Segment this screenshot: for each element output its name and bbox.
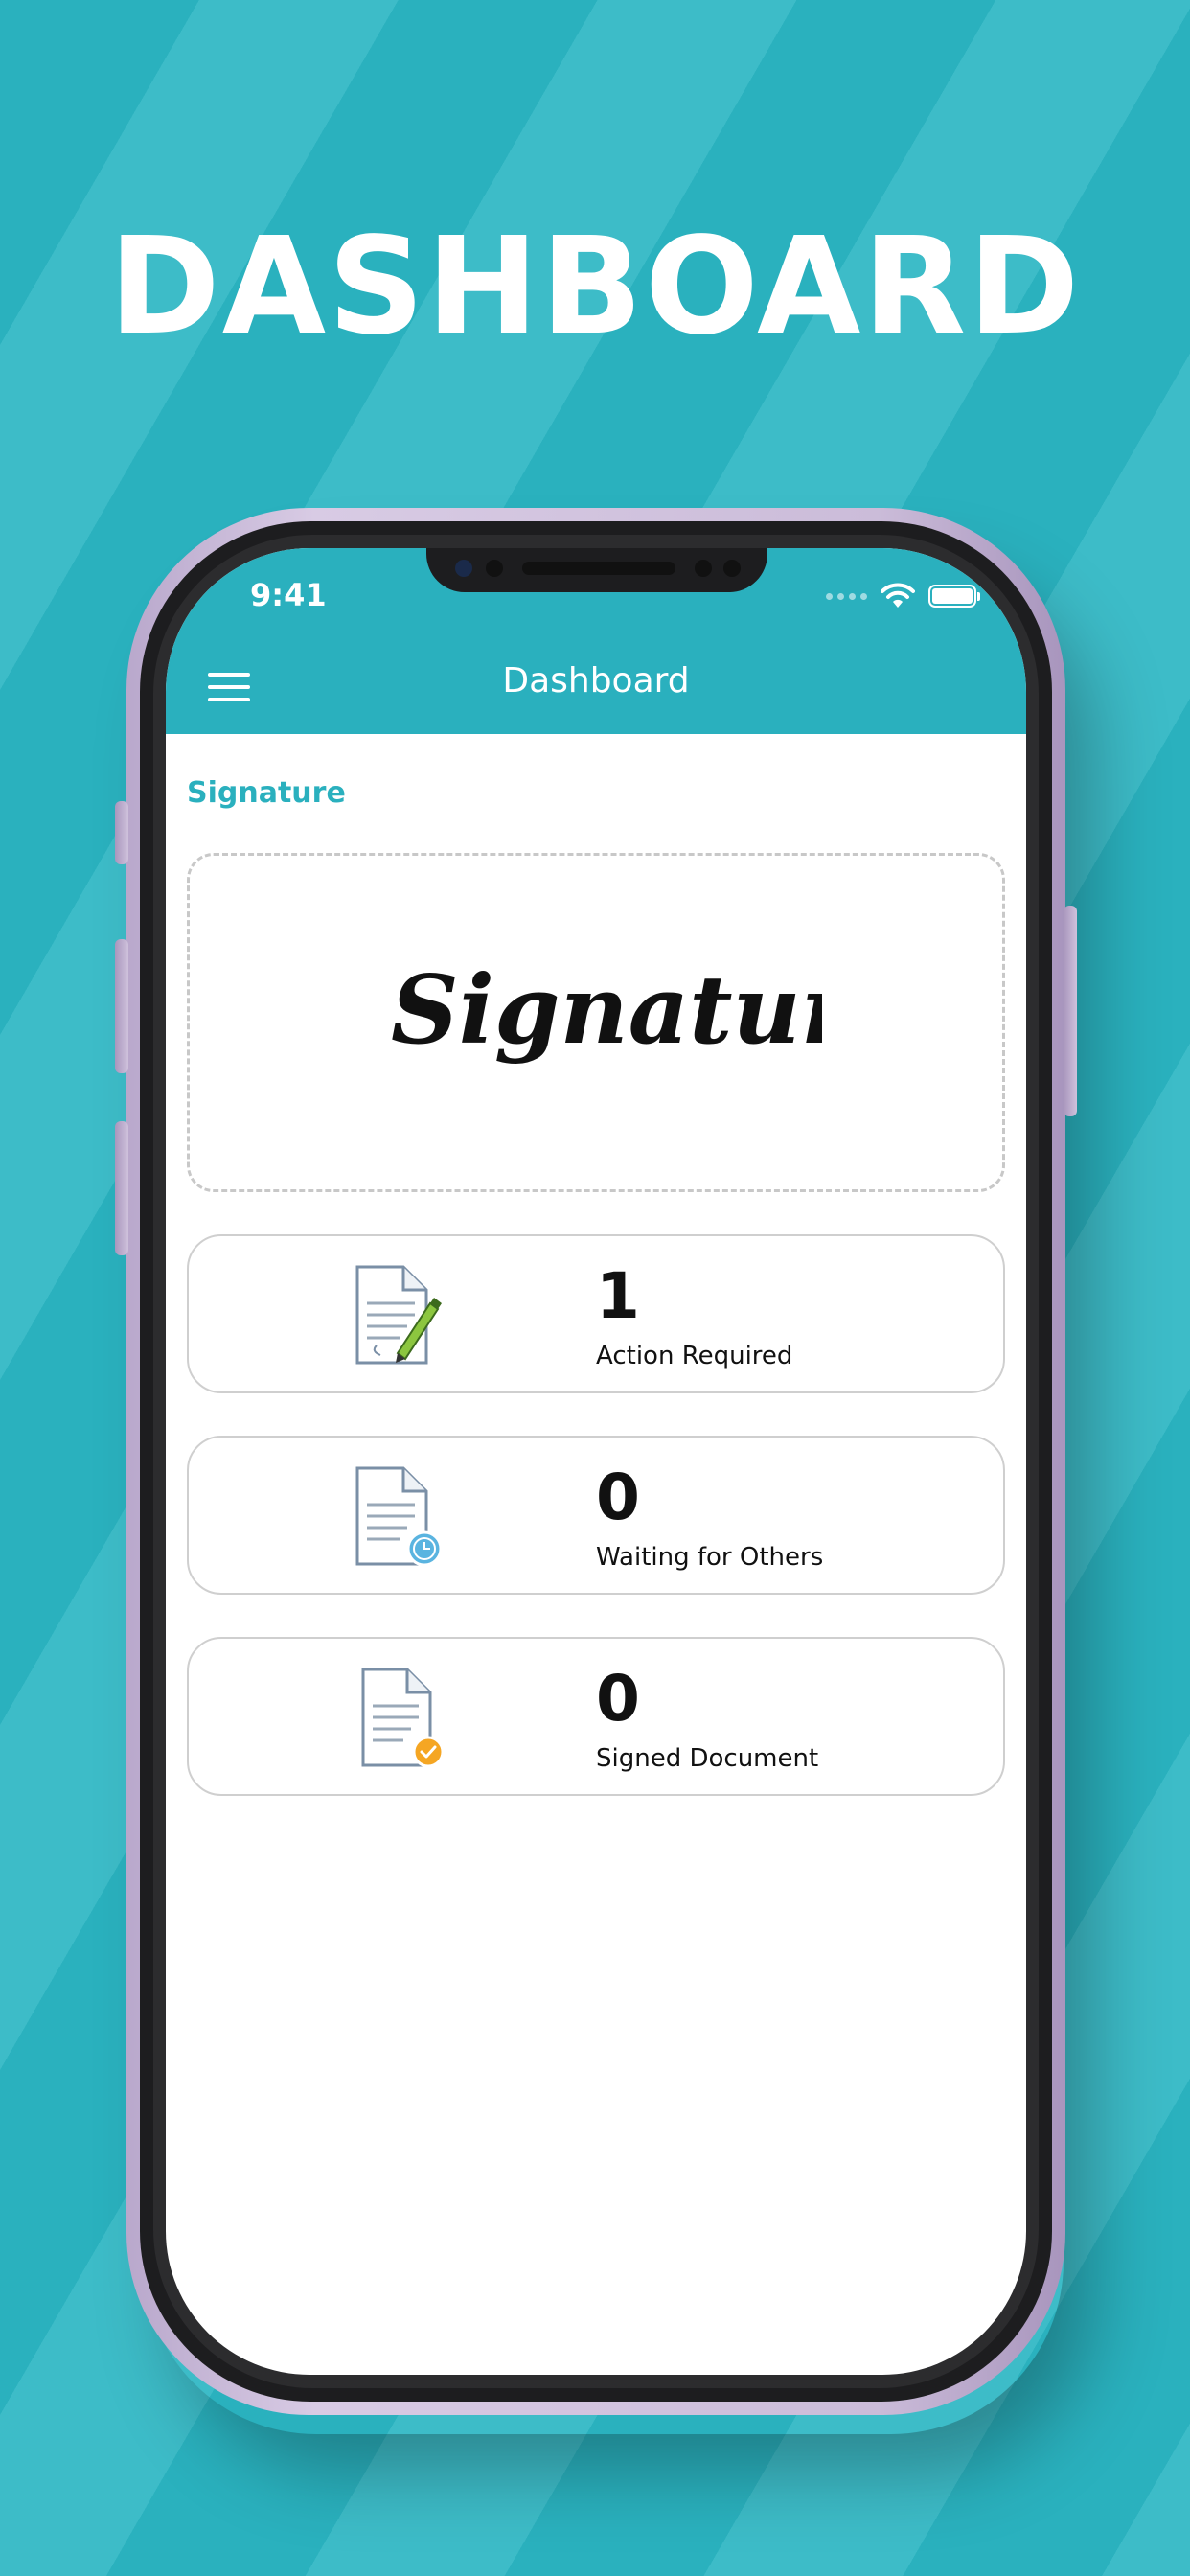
document-check-icon <box>361 1668 444 1768</box>
signature-box[interactable]: Signature <box>187 853 1005 1192</box>
silent-switch <box>115 801 128 864</box>
stat-count: 1 <box>596 1259 640 1333</box>
wifi-icon <box>881 583 915 608</box>
stat-count: 0 <box>596 1460 640 1534</box>
phone-notch <box>426 548 767 592</box>
signal-icon <box>826 592 867 600</box>
volume-down-button <box>115 1121 128 1255</box>
battery-icon <box>928 585 980 608</box>
stat-label: Signed Document <box>596 1744 819 1773</box>
power-button <box>1064 906 1077 1116</box>
app-bar-title: Dashboard <box>502 661 690 701</box>
promo-headline: DASHBOARD <box>108 209 1082 365</box>
status-indicators <box>826 583 980 610</box>
stat-card-waiting-for-others[interactable]: 0 Waiting for Others <box>187 1436 1005 1595</box>
document-pen-icon <box>355 1265 442 1365</box>
signature-section-label: Signature <box>187 776 346 810</box>
signature-image: Signature <box>391 955 822 1066</box>
volume-up-button <box>115 939 128 1073</box>
phone-screen: 9:41 Dashboard Signature Signature <box>166 548 1026 2375</box>
stat-card-signed-document[interactable]: 0 Signed Document <box>187 1637 1005 1796</box>
status-time: 9:41 <box>250 577 327 613</box>
stat-count: 0 <box>596 1662 640 1736</box>
document-clock-icon <box>355 1466 443 1567</box>
stat-card-action-required[interactable]: 1 Action Required <box>187 1234 1005 1393</box>
stat-label: Waiting for Others <box>596 1543 824 1572</box>
stat-label: Action Required <box>596 1342 793 1370</box>
svg-text:Signature: Signature <box>391 955 822 1066</box>
